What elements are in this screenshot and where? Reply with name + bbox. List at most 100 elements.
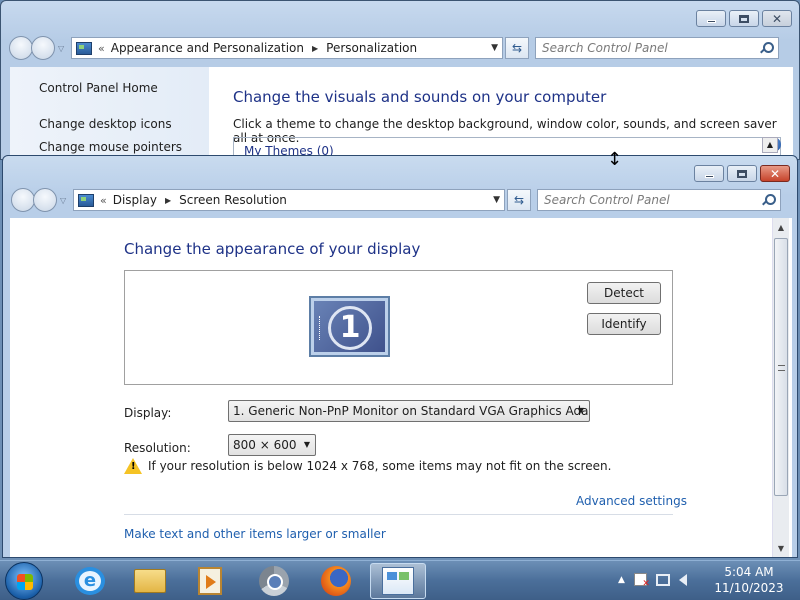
close-icon: ✕ xyxy=(771,11,783,26)
minimize-button[interactable] xyxy=(696,10,726,27)
navigation-bar: ▽ « Appearance and Personalization ▶ Per… xyxy=(9,35,791,61)
search-box[interactable]: Search Control Panel xyxy=(535,37,779,59)
page-title: Change the visuals and sounds on your co… xyxy=(233,88,607,106)
search-icon[interactable] xyxy=(760,42,774,54)
monitor-1-icon[interactable]: 1 xyxy=(309,296,390,357)
display-label: Display: xyxy=(124,406,172,420)
maximize-button[interactable] xyxy=(729,10,759,27)
grip-icon xyxy=(778,365,785,371)
warning-icon: ! xyxy=(124,458,142,474)
chevron-down-icon: ▼ xyxy=(303,440,310,449)
breadcrumb-display[interactable]: Display xyxy=(113,193,157,207)
recent-pages-dropdown-icon[interactable]: ▽ xyxy=(60,196,66,205)
breadcrumb-personalization[interactable]: Personalization xyxy=(326,41,417,55)
breadcrumb-screen-resolution[interactable]: Screen Resolution xyxy=(179,193,287,207)
show-hidden-icons-icon[interactable]: ▲ xyxy=(618,575,625,585)
taskbar-media-player[interactable] xyxy=(182,563,238,599)
forward-button[interactable] xyxy=(33,188,57,212)
recent-pages-dropdown-icon[interactable]: ▽ xyxy=(58,44,64,53)
control-panel-icon xyxy=(76,41,92,55)
monitor-number: 1 xyxy=(328,306,372,350)
display-select-value: 1. Generic Non-PnP Monitor on Standard V… xyxy=(233,404,590,418)
task-sidebar: Control Panel Home Change desktop icons … xyxy=(10,67,209,159)
search-placeholder: Search Control Panel xyxy=(542,41,668,55)
breadcrumb-overflow-icon[interactable]: « xyxy=(98,42,105,55)
sidebar-item-desktop-icons[interactable]: Change desktop icons xyxy=(39,117,172,131)
refresh-icon: ⇆ xyxy=(513,193,525,207)
scrollbar-thumb[interactable] xyxy=(774,238,788,496)
warning-text: If your resolution is below 1024 x 768, … xyxy=(148,459,612,473)
media-player-icon xyxy=(198,567,222,595)
minimize-icon xyxy=(706,19,716,23)
navigation-bar: ▽ « Display ▶ Screen Resolution ▼ ⇆ Sear… xyxy=(11,187,789,213)
scroll-down-icon[interactable]: ▼ xyxy=(773,541,789,557)
identify-button[interactable]: Identify xyxy=(587,313,661,335)
clock-date: 11/10/2023 xyxy=(714,581,784,595)
folder-icon xyxy=(134,569,166,593)
action-center-flag-icon[interactable] xyxy=(633,573,650,589)
taskbar-control-panel[interactable] xyxy=(370,563,426,599)
taskbar-windows-explorer[interactable] xyxy=(122,563,178,599)
back-button[interactable] xyxy=(11,188,35,212)
control-panel-icon xyxy=(382,567,414,595)
address-dropdown-icon[interactable]: ▼ xyxy=(491,43,498,53)
minimize-button[interactable] xyxy=(694,165,724,182)
breadcrumb-separator-icon[interactable]: ▶ xyxy=(165,196,171,205)
maximize-icon xyxy=(737,169,747,178)
chrome-icon xyxy=(259,566,289,596)
breadcrumb-overflow-icon[interactable]: « xyxy=(100,194,107,207)
screen-resolution-window: ✕ ▽ « Display ▶ Screen Resolution ▼ ⇆ Se… xyxy=(2,155,798,558)
start-button[interactable] xyxy=(5,562,43,600)
personalization-window: ✕ ▽ « Appearance and Personalization ▶ P… xyxy=(0,0,800,160)
resize-cursor-icon: ↕ xyxy=(607,149,623,170)
scroll-up-icon[interactable]: ▲ xyxy=(773,220,789,236)
divider xyxy=(124,514,673,515)
text-size-link[interactable]: Make text and other items larger or smal… xyxy=(124,527,386,541)
address-dropdown-icon[interactable]: ▼ xyxy=(493,195,500,205)
taskbar: e ▲ 5:04 AM 11/10/2023 xyxy=(0,560,800,600)
search-icon[interactable] xyxy=(762,194,776,206)
minimize-icon xyxy=(704,174,714,178)
vertical-scrollbar[interactable]: ▲ ▼ xyxy=(772,218,789,557)
network-icon[interactable] xyxy=(655,573,670,586)
taskbar-firefox[interactable] xyxy=(308,563,364,599)
caption-buttons: ✕ xyxy=(696,10,792,27)
search-box[interactable]: Search Control Panel xyxy=(537,189,781,211)
maximize-button[interactable] xyxy=(727,165,757,182)
refresh-button[interactable]: ⇆ xyxy=(505,37,529,59)
page-title: Change the appearance of your display xyxy=(124,240,421,258)
notification-area: ▲ xyxy=(618,573,687,589)
resolution-select-value: 800 × 600 xyxy=(233,438,297,452)
sidebar-item-mouse-pointers[interactable]: Change mouse pointers xyxy=(39,140,182,154)
display-preview-area: 1 Detect Identify xyxy=(124,270,673,385)
display-select[interactable]: 1. Generic Non-PnP Monitor on Standard V… xyxy=(228,400,590,422)
close-button[interactable]: ✕ xyxy=(760,165,790,182)
system-clock[interactable]: 5:04 AM 11/10/2023 xyxy=(710,564,788,596)
back-button[interactable] xyxy=(9,36,33,60)
screen-resolution-content: Change the appearance of your display 1 … xyxy=(10,218,792,557)
clock-time: 5:04 AM xyxy=(724,565,774,579)
sidebar-item-control-panel-home[interactable]: Control Panel Home xyxy=(39,81,158,95)
scroll-up-icon[interactable]: ▲ xyxy=(762,137,778,153)
resolution-warning: ! If your resolution is below 1024 x 768… xyxy=(124,458,611,474)
control-panel-icon xyxy=(78,193,94,207)
volume-icon[interactable] xyxy=(678,573,687,586)
close-button[interactable]: ✕ xyxy=(762,10,792,27)
caption-buttons: ✕ xyxy=(694,165,790,182)
address-bar[interactable]: « Appearance and Personalization ▶ Perso… xyxy=(71,37,503,59)
advanced-settings-link[interactable]: Advanced settings xyxy=(576,494,687,508)
detect-button[interactable]: Detect xyxy=(587,282,661,304)
breadcrumb-separator-icon[interactable]: ▶ xyxy=(312,44,318,53)
firefox-icon xyxy=(321,566,351,596)
refresh-button[interactable]: ⇆ xyxy=(507,189,531,211)
breadcrumb-appearance[interactable]: Appearance and Personalization xyxy=(111,41,304,55)
close-icon: ✕ xyxy=(769,166,781,181)
chevron-down-icon: ▼ xyxy=(577,406,584,415)
taskbar-indicator xyxy=(319,316,323,340)
taskbar-chrome[interactable] xyxy=(246,563,302,599)
forward-button[interactable] xyxy=(31,36,55,60)
address-bar[interactable]: « Display ▶ Screen Resolution ▼ xyxy=(73,189,505,211)
taskbar-internet-explorer[interactable]: e xyxy=(62,563,118,599)
resolution-select[interactable]: 800 × 600 ▼ xyxy=(228,434,316,456)
refresh-icon: ⇆ xyxy=(511,41,523,55)
